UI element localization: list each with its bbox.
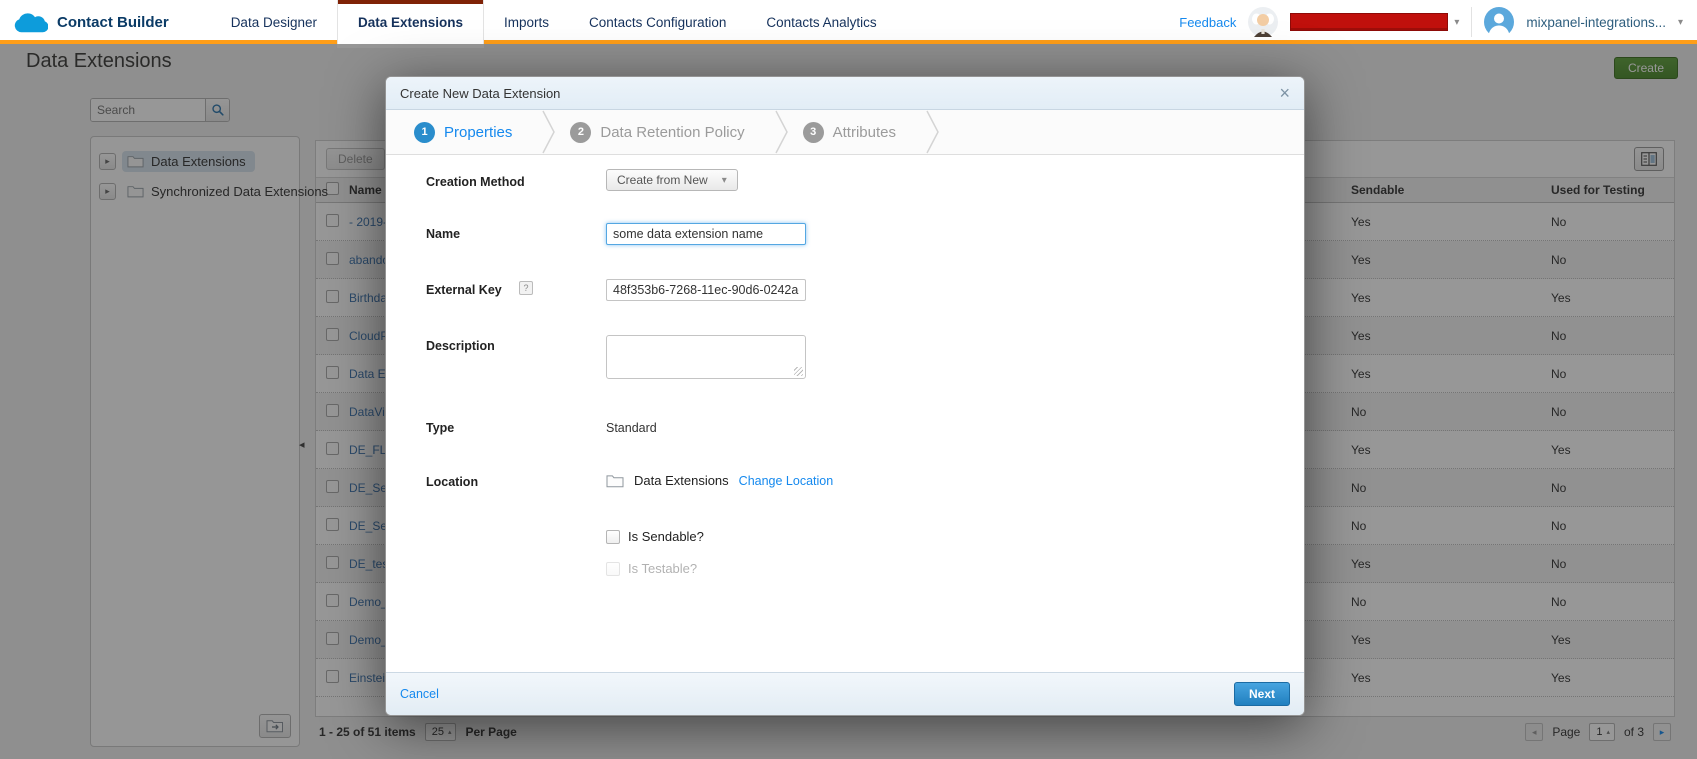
account-chevron-down-icon[interactable]: ▾ — [1678, 17, 1683, 28]
einstein-avatar[interactable] — [1248, 7, 1278, 37]
is-testable-checkbox — [606, 562, 620, 576]
nav-tab-contacts-configuration[interactable]: Contacts Configuration — [569, 0, 746, 44]
chevron-down-icon[interactable]: ▾ — [1454, 17, 1459, 28]
nav-right-group: Feedback ▾ mixpanel-integrations... ▾ — [1179, 0, 1697, 44]
step-chevron-icon — [542, 110, 556, 154]
step-label: Properties — [444, 124, 512, 141]
creation-method-label: Creation Method — [426, 175, 525, 189]
brand-label: Contact Builder — [57, 14, 169, 31]
type-value: Standard — [606, 421, 657, 435]
is-testable-label: Is Testable? — [628, 561, 697, 576]
step-data-retention-policy[interactable]: 2 Data Retention Policy — [556, 122, 774, 143]
modal-title: Create New Data Extension — [400, 86, 560, 101]
is-testable-row: Is Testable? — [606, 561, 697, 576]
location-row: Data Extensions Change Location — [606, 473, 833, 488]
help-icon[interactable]: ? — [519, 281, 533, 295]
resize-grip-icon[interactable] — [794, 367, 803, 376]
nav-tab-imports[interactable]: Imports — [484, 0, 569, 44]
next-button[interactable]: Next — [1234, 682, 1290, 706]
modal-header: Create New Data Extension × — [386, 77, 1304, 110]
is-sendable-row: Is Sendable? — [606, 529, 704, 544]
wizard-steps: 1 Properties 2 Data Retention Policy 3 A… — [386, 110, 1304, 155]
top-navbar: Contact Builder Data Designer Data Exten… — [0, 0, 1697, 44]
step-chevron-icon — [926, 110, 940, 154]
change-location-link[interactable]: Change Location — [739, 474, 834, 488]
step-chevron-icon — [775, 110, 789, 154]
location-value: Data Extensions — [634, 473, 729, 488]
is-sendable-label: Is Sendable? — [628, 529, 704, 544]
nav-tab-contacts-analytics[interactable]: Contacts Analytics — [746, 0, 896, 44]
creation-method-value: Create from New — [617, 173, 708, 187]
step-label: Attributes — [833, 124, 896, 141]
creation-method-dropdown[interactable]: Create from New ▾ — [606, 169, 738, 191]
nav-tab-data-extensions[interactable]: Data Extensions — [337, 0, 484, 44]
nav-tab-data-designer[interactable]: Data Designer — [211, 0, 337, 44]
step-label: Data Retention Policy — [600, 124, 744, 141]
cancel-link[interactable]: Cancel — [400, 687, 439, 701]
is-sendable-checkbox[interactable] — [606, 530, 620, 544]
step-attributes[interactable]: 3 Attributes — [789, 122, 926, 143]
feedback-link[interactable]: Feedback — [1179, 15, 1236, 30]
modal-footer: Cancel Next — [386, 672, 1304, 715]
create-data-extension-modal: Create New Data Extension × 1 Properties… — [385, 76, 1305, 716]
nav-divider — [1471, 7, 1472, 37]
folder-icon — [606, 474, 624, 488]
external-key-label: External Key — [426, 283, 502, 297]
location-label: Location — [426, 475, 478, 489]
description-textarea[interactable] — [606, 335, 806, 379]
app-brand[interactable]: Contact Builder — [0, 0, 211, 44]
close-icon[interactable]: × — [1279, 84, 1290, 102]
user-avatar[interactable] — [1484, 7, 1514, 37]
salesforce-cloud-logo-icon — [14, 11, 48, 34]
name-input[interactable] — [606, 223, 806, 245]
nav-tabs: Data Designer Data Extensions Imports Co… — [211, 0, 897, 44]
name-label: Name — [426, 227, 460, 241]
redacted-business-unit-selector[interactable] — [1290, 13, 1448, 31]
step-number: 3 — [803, 122, 824, 143]
chevron-down-icon: ▾ — [722, 175, 727, 186]
description-label: Description — [426, 339, 495, 353]
step-properties[interactable]: 1 Properties — [400, 122, 542, 143]
step-number: 2 — [570, 122, 591, 143]
modal-body: Creation Method Create from New ▾ Name E… — [386, 155, 1304, 672]
account-name[interactable]: mixpanel-integrations... — [1526, 15, 1666, 30]
external-key-input[interactable] — [606, 279, 806, 301]
type-label: Type — [426, 421, 454, 435]
step-number: 1 — [414, 122, 435, 143]
